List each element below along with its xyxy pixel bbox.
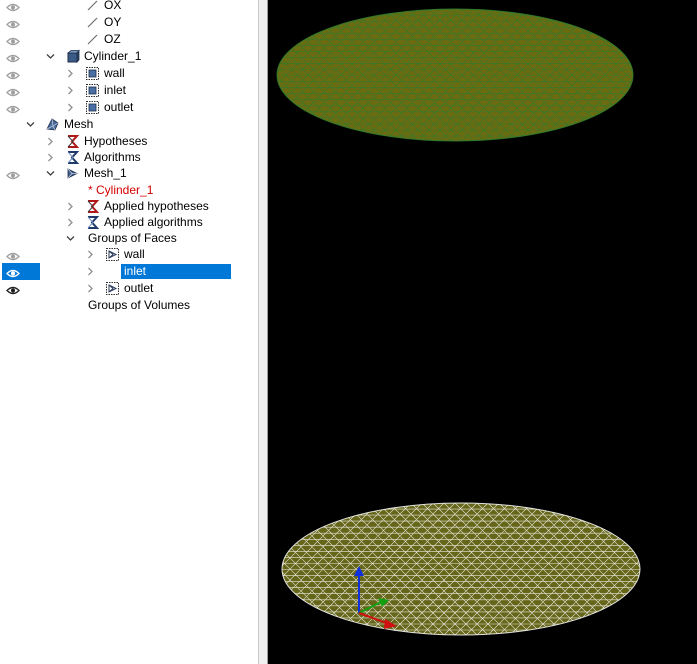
- tree-item[interactable]: Applied algorithms: [0, 214, 258, 231]
- mesh-scene[interactable]: [268, 0, 697, 664]
- eye-icon[interactable]: [6, 103, 20, 114]
- tree-item-label[interactable]: Applied hypotheses: [104, 199, 209, 214]
- eye-icon[interactable]: [6, 69, 20, 80]
- chevron-right-icon[interactable]: [65, 102, 76, 113]
- tree-item-label[interactable]: Mesh: [64, 117, 93, 132]
- eye-icon[interactable]: [6, 169, 20, 180]
- solid-cube-icon: [65, 49, 80, 64]
- tree-item[interactable]: Applied hypotheses: [0, 198, 258, 215]
- tree-item[interactable]: Mesh_1: [0, 165, 258, 182]
- tree-item-label[interactable]: outlet: [124, 281, 153, 296]
- axis-line-icon: [85, 15, 100, 30]
- eye-icon[interactable]: [6, 1, 20, 12]
- tree-item[interactable]: Mesh: [0, 116, 258, 133]
- chevron-down-icon[interactable]: [65, 233, 76, 244]
- tree-item-label[interactable]: OX: [104, 0, 121, 13]
- tree-item-label[interactable]: Groups of Volumes: [88, 298, 190, 313]
- tree-item[interactable]: OY: [0, 14, 258, 31]
- mesh-object-icon: [65, 166, 80, 181]
- 3d-viewport[interactable]: [268, 0, 697, 664]
- chevron-right-icon[interactable]: [45, 136, 56, 147]
- face-group-icon: [85, 66, 100, 81]
- outlet-face-mesh[interactable]: [268, 8, 697, 142]
- eye-icon[interactable]: [6, 35, 20, 46]
- chevron-down-icon[interactable]: [45, 168, 56, 179]
- tree-item[interactable]: outlet: [0, 280, 258, 297]
- tree-item[interactable]: OZ: [0, 31, 258, 48]
- chevron-right-icon[interactable]: [85, 249, 96, 260]
- tree-item[interactable]: inlet: [0, 82, 258, 99]
- face-group-icon: [85, 100, 100, 115]
- tree-item[interactable]: Algorithms: [0, 149, 258, 166]
- chevron-right-icon[interactable]: [65, 68, 76, 79]
- inlet-face-mesh[interactable]: [268, 502, 697, 636]
- tree-item-label[interactable]: Groups of Faces: [88, 231, 177, 246]
- algorithms-icon: [85, 215, 100, 230]
- chevron-right-icon[interactable]: [65, 217, 76, 228]
- axis-line-icon: [85, 0, 100, 13]
- tree-item-label[interactable]: wall: [104, 66, 125, 81]
- hypotheses-icon: [65, 134, 80, 149]
- eye-icon[interactable]: [6, 250, 20, 261]
- mesh-group-icon: [105, 281, 120, 296]
- chevron-down-icon[interactable]: [45, 51, 56, 62]
- object-browser-tree[interactable]: OX OY OZ Cylinder_1wall inlet outlet Mesh Hypot…: [0, 0, 258, 664]
- chevron-right-icon[interactable]: [85, 266, 96, 277]
- chevron-right-icon[interactable]: [65, 85, 76, 96]
- tree-item-label[interactable]: Mesh_1: [84, 166, 127, 181]
- chevron-right-icon[interactable]: [85, 283, 96, 294]
- face-group-icon: [85, 83, 100, 98]
- tree-item-label[interactable]: OZ: [104, 32, 121, 47]
- eye-icon[interactable]: [6, 284, 20, 295]
- tree-item[interactable]: Groups of Volumes: [0, 297, 258, 314]
- mesh-group-icon: [105, 247, 120, 262]
- chevron-right-icon[interactable]: [65, 201, 76, 212]
- panel-splitter[interactable]: [258, 0, 268, 664]
- tree-item[interactable]: outlet: [0, 99, 258, 116]
- tree-item[interactable]: Cylinder_1: [0, 48, 258, 65]
- tree-item-label[interactable]: Hypotheses: [84, 134, 147, 149]
- eye-icon[interactable]: [6, 86, 20, 97]
- eye-icon[interactable]: [6, 18, 20, 29]
- tree-item-label[interactable]: wall: [124, 247, 145, 262]
- tree-item-label[interactable]: inlet: [104, 83, 126, 98]
- axis-line-icon: [85, 32, 100, 47]
- eye-icon[interactable]: [6, 52, 20, 63]
- mesh-module-icon: [45, 117, 60, 132]
- tree-item[interactable]: wall: [0, 65, 258, 82]
- tree-item-label[interactable]: Applied algorithms: [104, 215, 203, 230]
- tree-item-label[interactable]: * Cylinder_1: [88, 183, 153, 198]
- algorithms-icon: [65, 150, 80, 165]
- tree-item-label[interactable]: Algorithms: [84, 150, 141, 165]
- eye-icon[interactable]: [6, 267, 20, 278]
- chevron-right-icon[interactable]: [45, 152, 56, 163]
- hypotheses-icon: [85, 199, 100, 214]
- tree-item[interactable]: wall: [0, 246, 258, 263]
- tree-item-label[interactable]: outlet: [104, 100, 133, 115]
- mesh-group-icon: [105, 264, 120, 279]
- chevron-down-icon[interactable]: [25, 119, 36, 130]
- tree-item[interactable]: OX: [0, 0, 258, 14]
- tree-item-label[interactable]: inlet: [121, 264, 231, 279]
- tree-item-label[interactable]: OY: [104, 15, 121, 30]
- tree-item-label[interactable]: Cylinder_1: [84, 49, 141, 64]
- tree-item[interactable]: inlet: [0, 263, 258, 280]
- tree-item[interactable]: Hypotheses: [0, 133, 258, 150]
- tree-item[interactable]: Groups of Faces: [0, 230, 258, 247]
- tree-item[interactable]: * Cylinder_1: [0, 182, 258, 199]
